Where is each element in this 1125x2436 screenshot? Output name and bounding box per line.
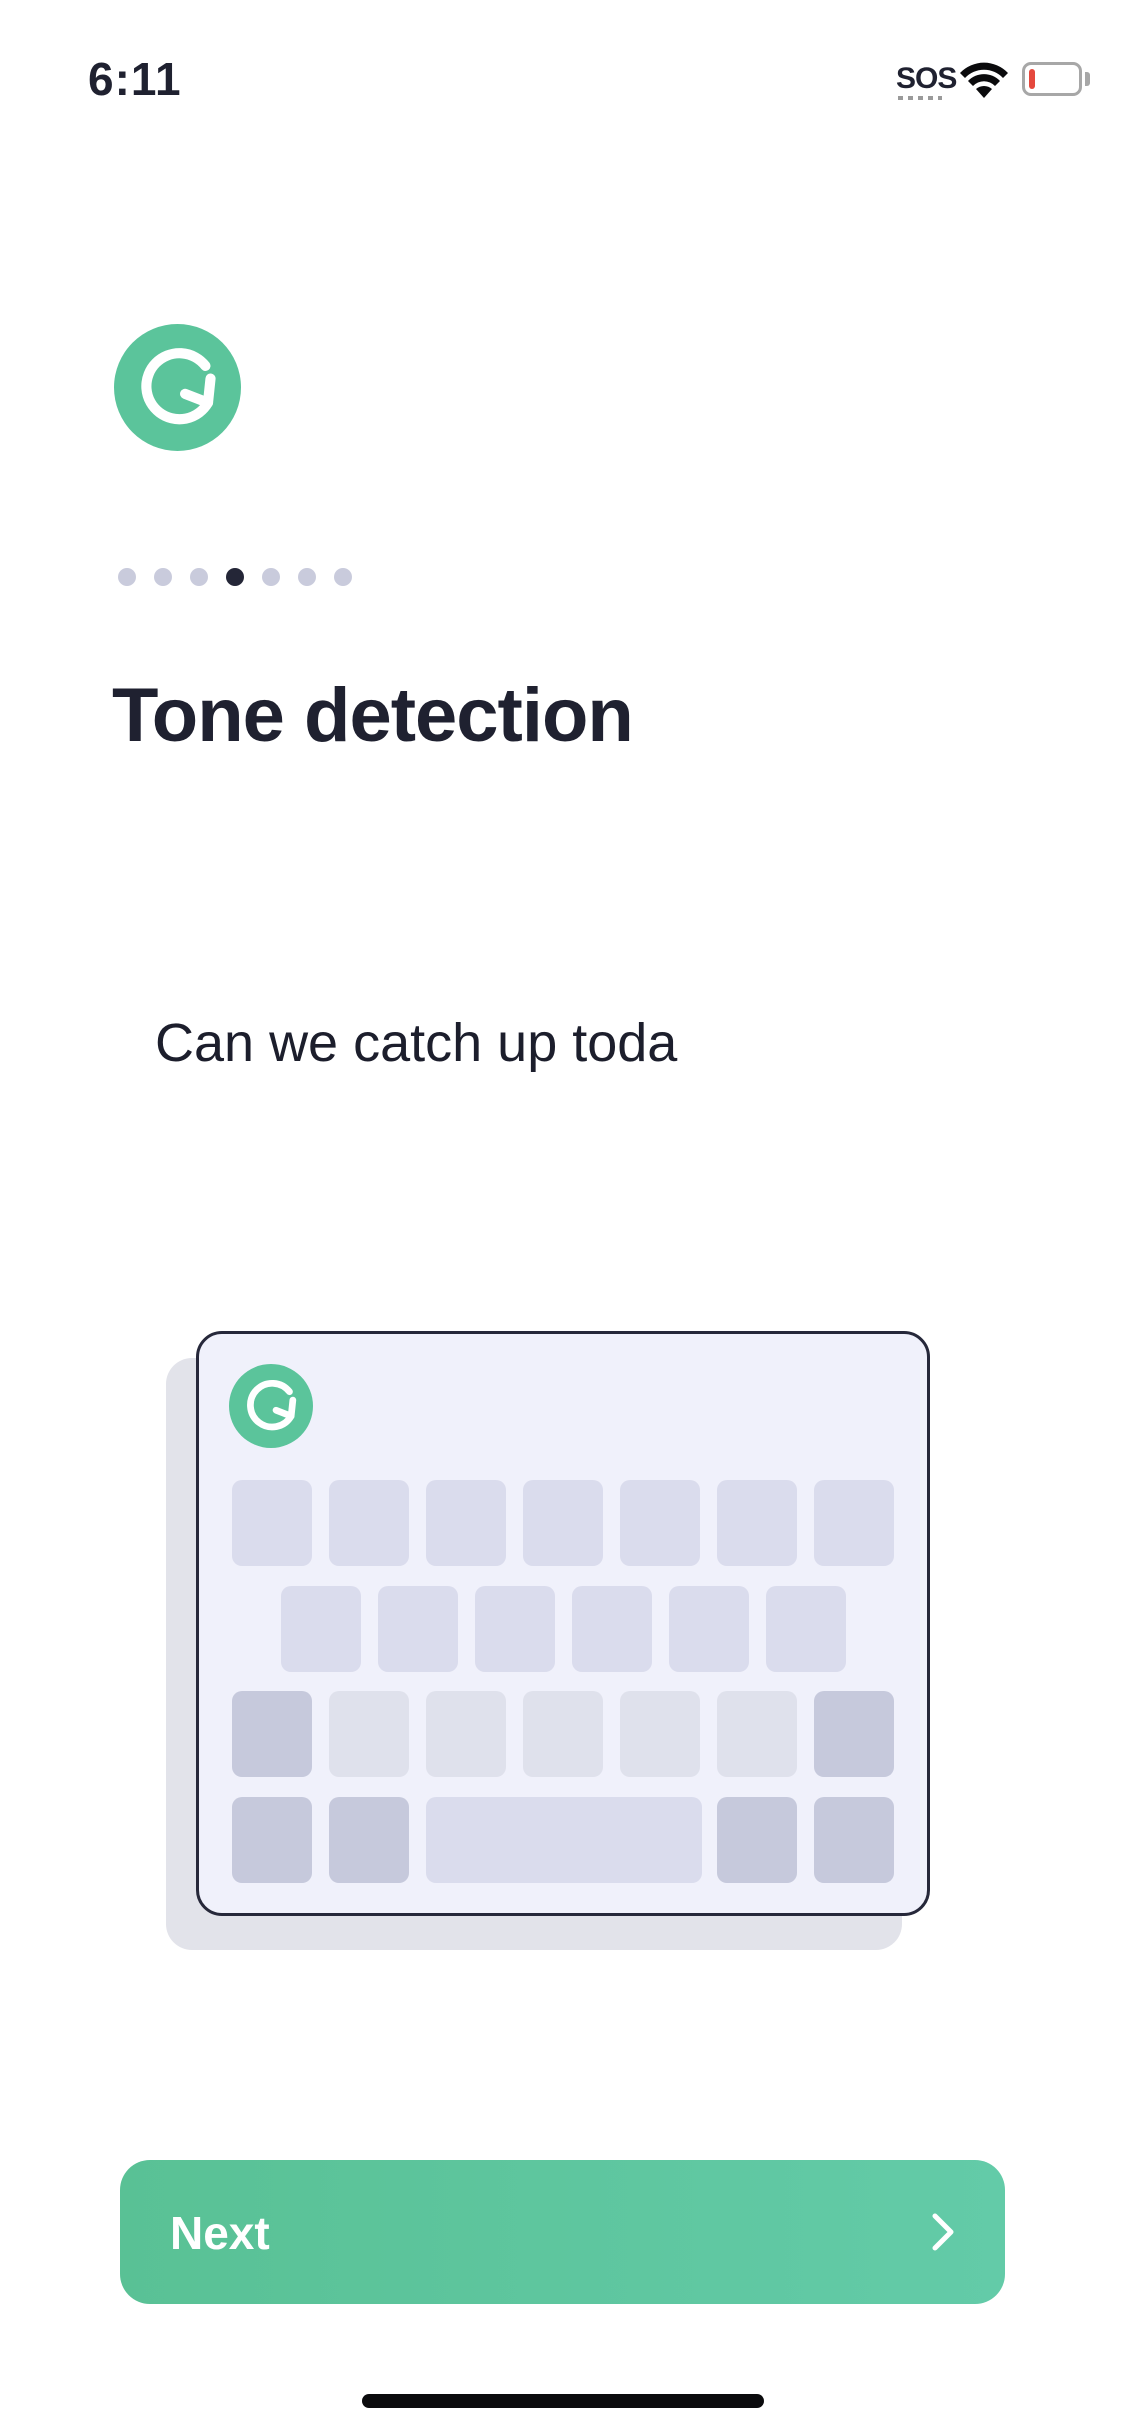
pager-dot-active (226, 568, 244, 586)
keyboard-key (766, 1586, 846, 1672)
grammarly-logo (229, 1364, 313, 1448)
pager-dot (334, 568, 352, 586)
sos-indicator: SOS (896, 62, 957, 95)
chevron-right-icon (923, 2210, 963, 2254)
pager-dot (118, 568, 136, 586)
keyboard-key (329, 1797, 409, 1883)
keyboard-delete-key (814, 1691, 894, 1777)
keyboard-key (523, 1480, 603, 1566)
onboarding-pager (118, 568, 352, 586)
battery-cap (1085, 72, 1090, 86)
typed-text-demo: Can we catch up toda (155, 1013, 678, 1073)
keyboard-key (426, 1691, 506, 1777)
wifi-icon (960, 60, 1008, 100)
keyboard-key (620, 1480, 700, 1566)
keyboard-space-key (426, 1797, 702, 1883)
keyboard-key (329, 1691, 409, 1777)
pager-dot (262, 568, 280, 586)
keyboard-key (232, 1797, 312, 1883)
keyboard-key (281, 1586, 361, 1672)
keyboard-key (717, 1691, 797, 1777)
keyboard-key (232, 1480, 312, 1566)
keyboard-key (426, 1480, 506, 1566)
keyboard-return-key (814, 1797, 894, 1883)
keyboard-key (378, 1586, 458, 1672)
battery-low-icon (1022, 62, 1082, 96)
page-title: Tone detection (112, 673, 634, 758)
keyboard-key (717, 1797, 797, 1883)
keyboard-key (329, 1480, 409, 1566)
keyboard-key (620, 1691, 700, 1777)
pager-dot (298, 568, 316, 586)
pager-dot (190, 568, 208, 586)
home-indicator (362, 2394, 764, 2408)
sos-signal-dots (898, 96, 942, 100)
keyboard-key (523, 1691, 603, 1777)
keyboard-illustration (196, 1331, 930, 1916)
grammarly-logo (114, 324, 241, 451)
status-time: 6:11 (88, 53, 182, 105)
keyboard-key (717, 1480, 797, 1566)
keyboard-shift-key (232, 1691, 312, 1777)
next-button[interactable]: Next (120, 2160, 1005, 2304)
next-button-label: Next (170, 2207, 270, 2259)
keyboard-key (669, 1586, 749, 1672)
keyboard-key (572, 1586, 652, 1672)
keyboard-key (814, 1480, 894, 1566)
keyboard-key (475, 1586, 555, 1672)
pager-dot (154, 568, 172, 586)
